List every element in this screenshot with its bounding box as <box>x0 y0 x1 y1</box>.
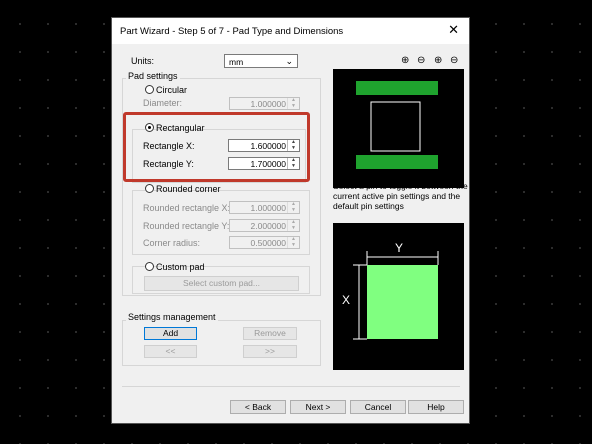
remove-button[interactable]: Remove <box>243 327 297 340</box>
pad-preview-panel[interactable] <box>333 69 464 188</box>
dialog-title: Part Wizard - Step 5 of 7 - Pad Type and… <box>120 26 344 37</box>
part-wizard-dialog: Part Wizard - Step 5 of 7 - Pad Type and… <box>111 17 470 424</box>
rounded-radio[interactable] <box>145 184 154 193</box>
component-outline <box>370 101 421 152</box>
rounded-x-input[interactable]: 1.000000 ▲ ▼ <box>229 201 300 214</box>
y-dimension-label: Y <box>395 241 404 255</box>
custom-radio[interactable] <box>145 262 154 271</box>
units-label: Units: <box>131 56 155 66</box>
rounded-x-label: Rounded rectangle X: <box>143 203 231 213</box>
rounded-y-input[interactable]: 2.000000 ▲ ▼ <box>229 219 300 232</box>
x-dimension-label: X <box>342 293 351 307</box>
dimension-preview-panel: Y X <box>333 223 464 370</box>
circular-radio[interactable] <box>145 85 154 94</box>
spinner-arrows-icon[interactable]: ▲ ▼ <box>287 97 299 109</box>
custom-label: Custom pad <box>156 262 205 272</box>
circular-label: Circular <box>156 85 188 95</box>
rounded-x-value: 1.000000 <box>250 203 286 213</box>
spinner-arrows-icon[interactable]: ▲ ▼ <box>287 219 299 231</box>
zoom-actual-icon[interactable]: ⊖ <box>450 55 458 66</box>
corner-radius-value: 0.500000 <box>250 238 286 248</box>
zoom-in-icon[interactable]: ⊕ <box>401 55 409 66</box>
preview-pad-shape <box>367 265 438 339</box>
units-select[interactable]: mm ⌄ <box>224 54 298 68</box>
back-button[interactable]: < Back <box>230 400 286 414</box>
zoom-fit-icon[interactable]: ⊕ <box>434 55 442 66</box>
next-button[interactable]: Next > <box>290 400 346 414</box>
title-bar: Part Wizard - Step 5 of 7 - Pad Type and… <box>112 18 469 44</box>
help-button[interactable]: Help <box>408 400 464 414</box>
diameter-label: Diameter: <box>143 98 183 108</box>
rectangular-highlight <box>123 112 310 182</box>
units-value: mm <box>229 57 244 67</box>
select-custom-pad-button[interactable]: Select custom pad... <box>144 276 299 291</box>
rounded-label: Rounded corner <box>156 184 221 194</box>
bottom-pad[interactable] <box>356 155 438 169</box>
add-button[interactable]: Add <box>144 327 197 340</box>
top-pad[interactable] <box>356 81 438 95</box>
next-pin-button[interactable]: >> <box>243 345 297 358</box>
settings-management-legend: Settings management <box>126 312 218 322</box>
spinner-arrows-icon[interactable]: ▲ ▼ <box>287 236 299 248</box>
close-icon[interactable]: ✕ <box>448 23 459 36</box>
zoom-out-icon[interactable]: ⊖ <box>417 55 425 66</box>
rounded-y-label: Rounded rectangle Y: <box>143 221 230 231</box>
diameter-value: 1.000000 <box>250 99 286 109</box>
spinner-arrows-icon[interactable]: ▲ ▼ <box>287 201 299 213</box>
corner-radius-label: Corner radius: <box>143 238 201 248</box>
cancel-button[interactable]: Cancel <box>350 400 406 414</box>
diameter-input[interactable]: 1.000000 ▲ ▼ <box>229 97 300 110</box>
corner-radius-input[interactable]: 0.500000 ▲ ▼ <box>229 236 300 249</box>
pad-preview-svg <box>356 81 438 169</box>
preview-hint: Select a pin to toggle it between the cu… <box>333 181 468 211</box>
pad-settings-legend: Pad settings <box>126 71 180 81</box>
previous-pin-button[interactable]: << <box>144 345 197 358</box>
footer-separator <box>122 386 460 387</box>
rounded-y-value: 2.000000 <box>250 221 286 231</box>
chevron-down-icon: ⌄ <box>285 56 293 66</box>
